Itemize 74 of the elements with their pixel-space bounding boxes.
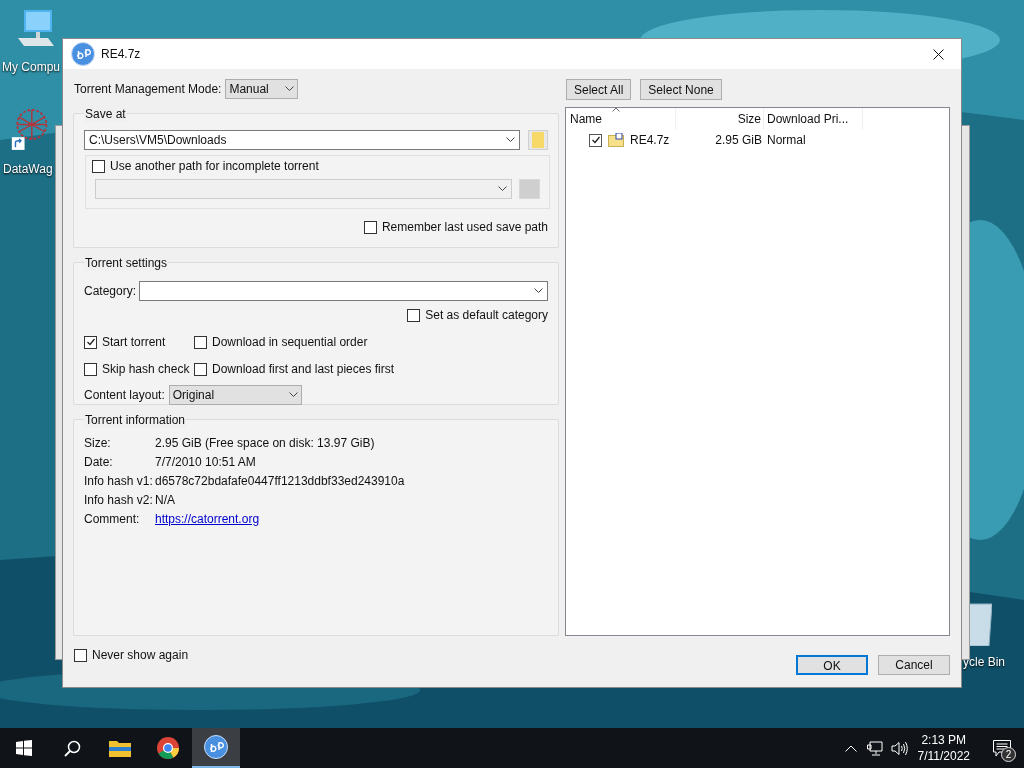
- checkbox-label: Download first and last pieces first: [212, 361, 395, 378]
- network-shortcut-icon[interactable]: [10, 106, 50, 152]
- checkbox-label: Use another path for incomplete torrent: [110, 158, 319, 175]
- window-title: RE4.7z: [101, 46, 142, 63]
- checkbox[interactable]: [589, 133, 602, 147]
- chevron-down-icon: [498, 186, 507, 192]
- column-header[interactable]: Size: [676, 108, 764, 130]
- folder-icon: [532, 132, 544, 148]
- mode-dropdown[interactable]: Manual: [225, 79, 299, 99]
- info-label: Info hash v2:: [84, 492, 154, 508]
- field-label: Torrent Management Mode:: [74, 81, 222, 98]
- checkbox-label: Start torrent: [102, 334, 166, 351]
- info-value: N/A: [155, 492, 175, 508]
- sort-caret-icon: [612, 107, 620, 112]
- file-size: 2.95 GiB: [714, 132, 763, 149]
- chevron-up-icon[interactable]: [844, 744, 857, 752]
- clock-time[interactable]: 2:13 PM: [921, 732, 967, 748]
- info-label: Size:: [84, 435, 112, 451]
- save-path-combobox[interactable]: C:\Users\VM5\Downloads: [84, 130, 520, 150]
- select-button[interactable]: Select None: [640, 79, 722, 100]
- chrome-icon: [157, 737, 179, 759]
- chevron-down-icon: [506, 137, 515, 143]
- desktop-icon-label[interactable]: DataWag: [3, 160, 53, 178]
- search-icon: [63, 739, 81, 757]
- field-label: Content layout:: [84, 387, 165, 404]
- field-label: Category:: [84, 283, 137, 300]
- checkbox[interactable]: [407, 308, 421, 322]
- volume-icon[interactable]: [890, 740, 908, 756]
- column-header[interactable]: Name: [566, 108, 676, 130]
- category-combobox[interactable]: [139, 281, 548, 301]
- info-label: Comment:: [84, 511, 141, 527]
- checkbox-label: Remember last used save path: [381, 219, 548, 236]
- info-label: Date:: [84, 454, 114, 470]
- checkbox[interactable]: [363, 220, 377, 234]
- clock-date[interactable]: 7/11/2022: [917, 748, 970, 764]
- taskbar-button[interactable]: [192, 728, 240, 768]
- file-priority: Normal: [766, 132, 806, 149]
- checkbox[interactable]: [84, 335, 97, 349]
- comment-link[interactable]: https://catorrent.org: [155, 511, 260, 527]
- checkbox-label: Set as default category: [425, 307, 548, 324]
- dialog-button[interactable]: Cancel: [878, 655, 950, 675]
- file-name: RE4.7z: [630, 132, 670, 149]
- message-icon: [993, 739, 1011, 757]
- desktop-icon-label[interactable]: My Compu: [2, 58, 60, 76]
- checkbox-label: Never show again: [92, 647, 189, 664]
- folder-icon: [109, 739, 131, 757]
- chevron-down-icon: [534, 288, 543, 294]
- notification-count: 2: [1001, 747, 1016, 762]
- info-value: 7/7/2010 10:51 AM: [155, 454, 256, 470]
- column-header[interactable]: Download Pri...: [764, 108, 863, 130]
- checkbox[interactable]: [92, 159, 105, 173]
- dialog-button[interactable]: OK: [796, 655, 868, 675]
- content-layout-dropdown[interactable]: Original: [168, 385, 302, 405]
- checkbox[interactable]: [84, 362, 97, 376]
- chevron-down-icon: [288, 392, 298, 398]
- network-icon[interactable]: [866, 740, 883, 756]
- chevron-down-icon: [285, 86, 295, 92]
- checkbox[interactable]: [194, 362, 207, 376]
- group-title: Torrent settings: [84, 255, 169, 271]
- windows-icon: [16, 740, 32, 756]
- notification-button[interactable]: 2: [986, 728, 1018, 768]
- close-icon: [932, 48, 944, 60]
- desktop-icon-label[interactable]: ycle Bin: [963, 653, 1006, 671]
- select-button[interactable]: Select All: [566, 79, 632, 100]
- info-label: Info hash v1:: [84, 473, 154, 489]
- archive-file-icon: [608, 133, 624, 147]
- qb-logo-icon: [204, 735, 228, 759]
- checkbox-label: Skip hash check: [102, 361, 190, 378]
- info-value: d6578c72bdafafe0447ff1213ddbf33ed243910a: [155, 473, 405, 489]
- checkbox[interactable]: [74, 648, 87, 662]
- info-value: 2.95 GiB (Free space on disk: 13.97 GiB): [155, 435, 375, 451]
- qb-logo-icon: [71, 42, 95, 66]
- checkbox-label: Download in sequential order: [212, 334, 368, 351]
- checkbox[interactable]: [194, 335, 207, 349]
